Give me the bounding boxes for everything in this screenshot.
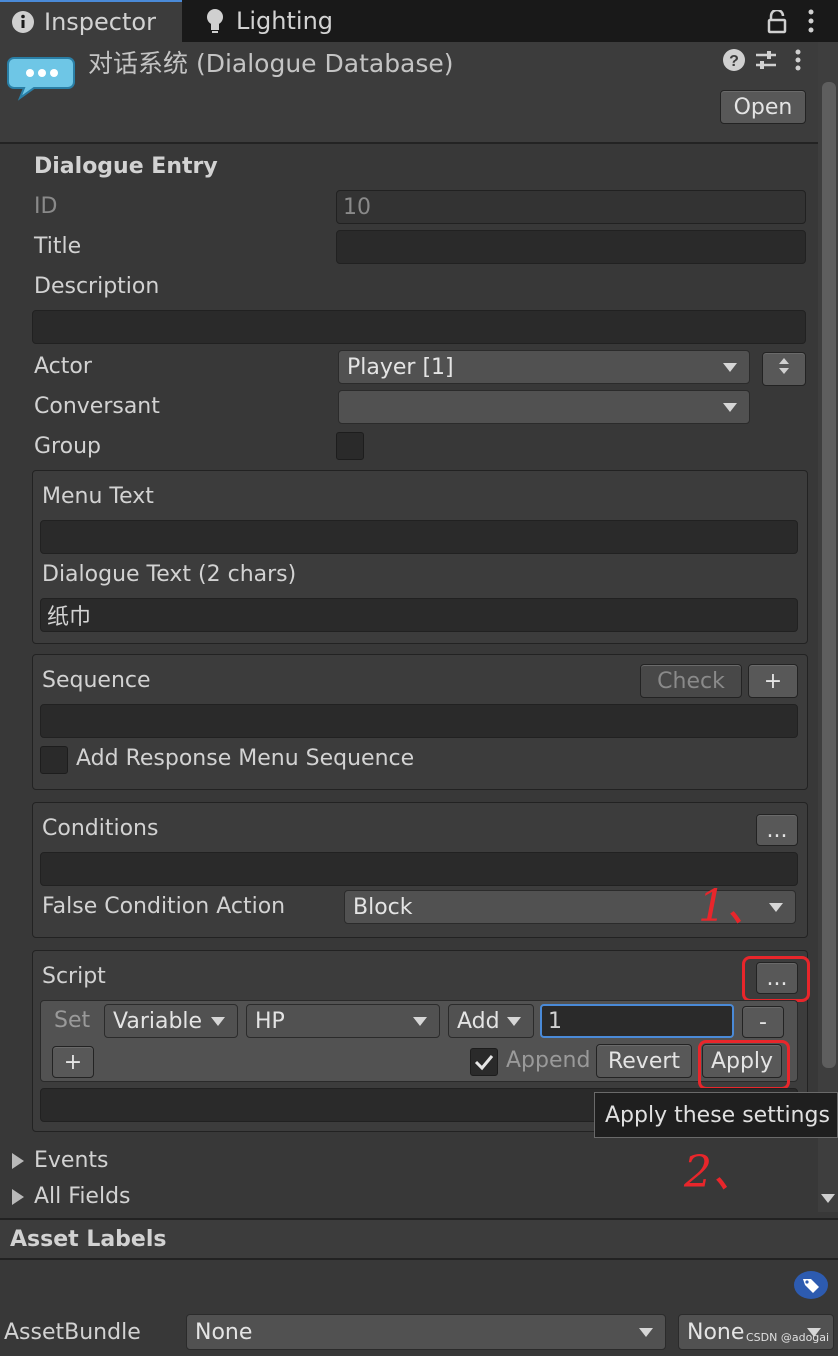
checkmark-icon [471, 1055, 497, 1081]
foldout-arrow-icon [12, 1188, 24, 1205]
chevron-down-icon [639, 1328, 653, 1337]
all-fields-label: All Fields [34, 1184, 131, 1209]
annotation-step-2: 2、 [684, 1147, 756, 1198]
title-field[interactable] [336, 230, 806, 264]
annotation-step-1: 1、 [698, 881, 770, 932]
chevron-down-icon [723, 363, 737, 372]
open-button[interactable]: Open [720, 90, 806, 124]
events-label: Events [34, 1148, 109, 1173]
id-field: 10 [336, 190, 806, 224]
lock-icon[interactable] [766, 8, 788, 40]
conditions-label: Conditions [42, 816, 159, 841]
false-condition-label: False Condition Action [42, 894, 286, 919]
preset-settings-icon[interactable] [754, 48, 778, 78]
inspector-title: 对话系统 (Dialogue Database) [88, 49, 454, 78]
description-field[interactable] [32, 310, 806, 344]
append-checkbox[interactable] [470, 1048, 498, 1076]
conditions-field[interactable] [40, 852, 798, 886]
highlight-script-more [742, 956, 810, 1002]
script-variable-value: HP [255, 1008, 285, 1034]
sequence-label: Sequence [42, 668, 151, 693]
script-type-dropdown[interactable]: Variable [104, 1004, 238, 1038]
script-operator-dropdown[interactable]: Add [448, 1004, 534, 1038]
false-condition-value: Block [353, 894, 413, 920]
chevron-down-icon [507, 1017, 521, 1026]
menu-text-label: Menu Text [42, 484, 154, 509]
chevron-down-icon [769, 903, 783, 912]
assetbundle-variant-value: None [687, 1319, 745, 1345]
menu-text-field[interactable] [40, 520, 798, 554]
revert-button[interactable]: Revert [596, 1044, 692, 1078]
title-label: Title [34, 234, 82, 259]
script-variable-dropdown[interactable]: HP [246, 1004, 440, 1038]
svg-text:?: ? [729, 53, 739, 70]
tab-lighting-label: Lighting [236, 7, 334, 35]
scrollbar-thumb[interactable] [822, 82, 836, 1068]
script-label: Script [42, 964, 106, 989]
script-type-value: Variable [113, 1008, 203, 1034]
actor-swap-button[interactable] [762, 352, 806, 386]
all-fields-foldout[interactable]: All Fields [12, 1184, 131, 1209]
kebab-menu-icon[interactable] [806, 8, 816, 40]
lightbulb-icon [202, 8, 228, 34]
chevron-down-icon [211, 1017, 225, 1026]
chevron-down-icon [413, 1017, 427, 1026]
conversant-label: Conversant [34, 394, 160, 419]
tab-lighting[interactable]: Lighting [196, 0, 402, 42]
id-label: ID [34, 194, 58, 219]
foldout-arrow-icon [12, 1152, 24, 1169]
assetbundle-value: None [195, 1319, 253, 1345]
script-remove-button[interactable]: - [742, 1006, 784, 1038]
script-add-button[interactable]: + [52, 1046, 94, 1078]
group-label: Group [34, 434, 101, 459]
sequence-field[interactable] [40, 704, 798, 738]
assetbundle-dropdown[interactable]: None [186, 1314, 666, 1350]
tab-inspector-label: Inspector [44, 8, 156, 36]
script-operator-value: Add [457, 1008, 500, 1034]
asset-labels-title: Asset Labels [10, 1226, 167, 1252]
group-checkbox[interactable] [336, 432, 364, 460]
chevron-down-icon [723, 403, 737, 412]
info-icon [10, 9, 36, 35]
tab-inspector[interactable]: Inspector [0, 0, 182, 42]
actor-dropdown[interactable]: Player [1] [338, 350, 750, 384]
asset-labels-header[interactable]: Asset Labels [0, 1218, 838, 1260]
add-response-checkbox[interactable] [40, 746, 68, 774]
section-title: Dialogue Entry [34, 154, 218, 179]
description-label: Description [34, 274, 160, 299]
header-kebab-icon[interactable] [793, 48, 803, 78]
conditions-more-button[interactable]: ... [756, 814, 798, 846]
actor-label: Actor [34, 354, 92, 379]
dialogue-database-icon [6, 52, 76, 108]
append-label: Append [506, 1048, 591, 1073]
tag-icon[interactable] [794, 1270, 828, 1306]
set-label: Set [54, 1008, 91, 1033]
conversant-dropdown[interactable] [338, 390, 750, 424]
assetbundle-label: AssetBundle [4, 1320, 141, 1345]
add-response-label: Add Response Menu Sequence [76, 746, 415, 771]
actor-value: Player [1] [347, 354, 454, 380]
highlight-apply [698, 1040, 790, 1090]
up-down-arrows-icon [777, 356, 791, 382]
dialogue-text-field[interactable]: 纸巾 [40, 598, 798, 632]
script-amount-field[interactable]: 1 [540, 1004, 734, 1038]
dialogue-text-label: Dialogue Text (2 chars) [42, 562, 297, 587]
watermark: CSDN @adogai [746, 1331, 830, 1344]
apply-tooltip: Apply these settings [594, 1092, 838, 1138]
check-button[interactable]: Check [640, 664, 742, 698]
help-icon[interactable]: ? [722, 48, 746, 78]
sequence-add-button[interactable]: + [748, 664, 798, 698]
scroll-down-arrow-icon[interactable] [821, 1194, 835, 1203]
events-foldout[interactable]: Events [12, 1148, 109, 1173]
